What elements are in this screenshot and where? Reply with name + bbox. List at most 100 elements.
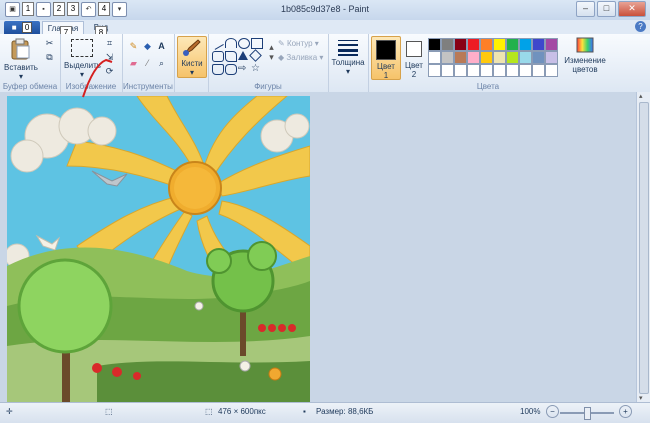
diamond-shape-icon[interactable]: [249, 49, 262, 62]
palette-swatch[interactable]: [454, 38, 467, 51]
colors-group-label: Цвета: [476, 82, 500, 91]
palette-swatch[interactable]: [519, 38, 532, 51]
curve-shape-icon[interactable]: [225, 38, 237, 48]
palette-swatch[interactable]: [428, 38, 441, 51]
outline-button[interactable]: ✎ Контур ▾: [278, 39, 319, 48]
rectangle-shape-icon[interactable]: [251, 38, 263, 49]
clipboard-group-label: Буфер обмена: [2, 82, 58, 91]
size-button[interactable]: Толщина ▾: [331, 38, 365, 76]
copy-icon[interactable]: ⧉: [44, 52, 55, 63]
palette-swatch[interactable]: [532, 64, 545, 77]
color-picker-icon[interactable]: ⁄: [142, 58, 153, 69]
maximize-button[interactable]: □: [597, 1, 616, 17]
shapes-scroll-icon[interactable]: ▴ ▾: [266, 42, 277, 72]
minimize-button[interactable]: –: [576, 1, 595, 17]
palette-swatch[interactable]: [532, 51, 545, 64]
zoom-slider[interactable]: [560, 407, 614, 420]
palette-swatch[interactable]: [506, 64, 519, 77]
arrow-shape-icon[interactable]: ⇨: [238, 64, 248, 74]
palette-swatch[interactable]: [480, 38, 493, 51]
file-menu-button[interactable]: ■ 0: [4, 21, 40, 34]
fill-button[interactable]: ◆ Заливка ▾: [278, 53, 323, 62]
palette-swatch[interactable]: [545, 51, 558, 64]
paper-art-landscape-image: [7, 96, 310, 402]
canvas-image[interactable]: [7, 96, 310, 402]
color-palette: [428, 38, 560, 78]
zoom-slider-thumb[interactable]: [584, 407, 591, 420]
palette-swatch[interactable]: [428, 51, 441, 64]
rounded-rectangle-shape-icon[interactable]: [212, 51, 224, 62]
hexagon-shape-icon[interactable]: [225, 64, 237, 75]
palette-swatch[interactable]: [441, 64, 454, 77]
zoom-in-button[interactable]: +: [619, 405, 632, 418]
palette-swatch[interactable]: [480, 64, 493, 77]
scroll-thumb[interactable]: [639, 102, 649, 394]
size-dropdown-icon: ▾: [345, 67, 350, 76]
image-dimensions-icon: ⬚: [205, 407, 213, 416]
palette-swatch[interactable]: [467, 64, 480, 77]
crop-icon[interactable]: ⌗: [104, 38, 115, 49]
oval-shape-icon[interactable]: [238, 38, 250, 49]
pentagon-shape-icon[interactable]: [212, 64, 224, 75]
fill-label: Заливка: [286, 53, 318, 62]
vertical-scrollbar[interactable]: ▴ ▾: [636, 92, 650, 402]
color2-button[interactable]: Цвет 2: [402, 36, 426, 79]
palette-swatch[interactable]: [493, 51, 506, 64]
palette-swatch[interactable]: [467, 51, 480, 64]
image-dimensions: 476 × 600пкс: [218, 407, 266, 416]
fill-icon[interactable]: ◆: [142, 41, 153, 52]
palette-swatch[interactable]: [493, 64, 506, 77]
triangle-shape-icon[interactable]: [238, 51, 248, 60]
selection-size-icon: ⬚: [105, 407, 113, 416]
help-icon[interactable]: ?: [635, 21, 646, 32]
title-bar: ▣ 1 ▪ 2 3 ↶ 4 ▾ 1b085c9d37e8 - Paint – □…: [0, 0, 650, 21]
color1-button[interactable]: Цвет 1: [371, 36, 401, 80]
pencil-icon[interactable]: ✎: [128, 41, 139, 52]
outline-label: Контур: [286, 39, 313, 48]
palette-swatch[interactable]: [454, 64, 467, 77]
paste-button[interactable]: Вставить ▾: [4, 37, 38, 81]
edit-colors-label-line2: цветов: [572, 65, 598, 74]
eraser-icon[interactable]: ▰: [128, 58, 139, 69]
palette-swatch[interactable]: [441, 38, 454, 51]
cursor-position-icon: ✛: [6, 407, 13, 416]
scroll-up-icon[interactable]: ▴: [639, 92, 643, 100]
palette-swatch[interactable]: [480, 51, 493, 64]
edit-colors-button[interactable]: Изменение цветов: [564, 36, 606, 78]
palette-swatch[interactable]: [519, 51, 532, 64]
text-icon[interactable]: A: [156, 41, 167, 52]
brushes-group: Кисти ▾: [174, 34, 209, 92]
red-annotation-stroke: [82, 58, 113, 98]
ribbon-tabs: ■ 0 Главная Вид 7 8 ?: [0, 20, 650, 40]
palette-swatch[interactable]: [506, 51, 519, 64]
color2-swatch: [406, 41, 422, 57]
palette-swatch[interactable]: [493, 38, 506, 51]
close-button[interactable]: ✕: [618, 1, 646, 17]
palette-swatch[interactable]: [519, 64, 532, 77]
zoom-level: 100%: [520, 407, 541, 416]
line-shape-icon[interactable]: [210, 36, 224, 50]
polygon-shape-icon[interactable]: [225, 51, 237, 62]
palette-swatch[interactable]: [441, 51, 454, 64]
magnifier-icon[interactable]: ⌕: [156, 58, 167, 69]
size-label: Толщина: [331, 58, 365, 67]
palette-swatch[interactable]: [467, 38, 480, 51]
palette-swatch[interactable]: [545, 38, 558, 51]
brushes-label: Кисти: [181, 59, 203, 68]
file-size: Размер: 88,6КБ: [316, 407, 374, 416]
cut-icon[interactable]: ✂: [44, 38, 55, 49]
shapes-group-label: Фигуры: [254, 82, 282, 91]
palette-swatch[interactable]: [428, 64, 441, 77]
palette-swatch[interactable]: [454, 51, 467, 64]
palette-swatch[interactable]: [545, 64, 558, 77]
brushes-button[interactable]: Кисти ▾: [177, 36, 207, 78]
palette-swatch[interactable]: [506, 38, 519, 51]
zoom-out-button[interactable]: −: [546, 405, 559, 418]
palette-swatch[interactable]: [532, 38, 545, 51]
paste-label: Вставить: [4, 63, 38, 72]
star-shape-icon[interactable]: ☆: [251, 64, 261, 74]
fill-shape-icon: ◆: [278, 53, 285, 62]
scroll-down-icon[interactable]: ▾: [639, 394, 643, 402]
file-tab-number: 0: [21, 22, 33, 33]
window-controls: – □ ✕: [576, 1, 646, 17]
